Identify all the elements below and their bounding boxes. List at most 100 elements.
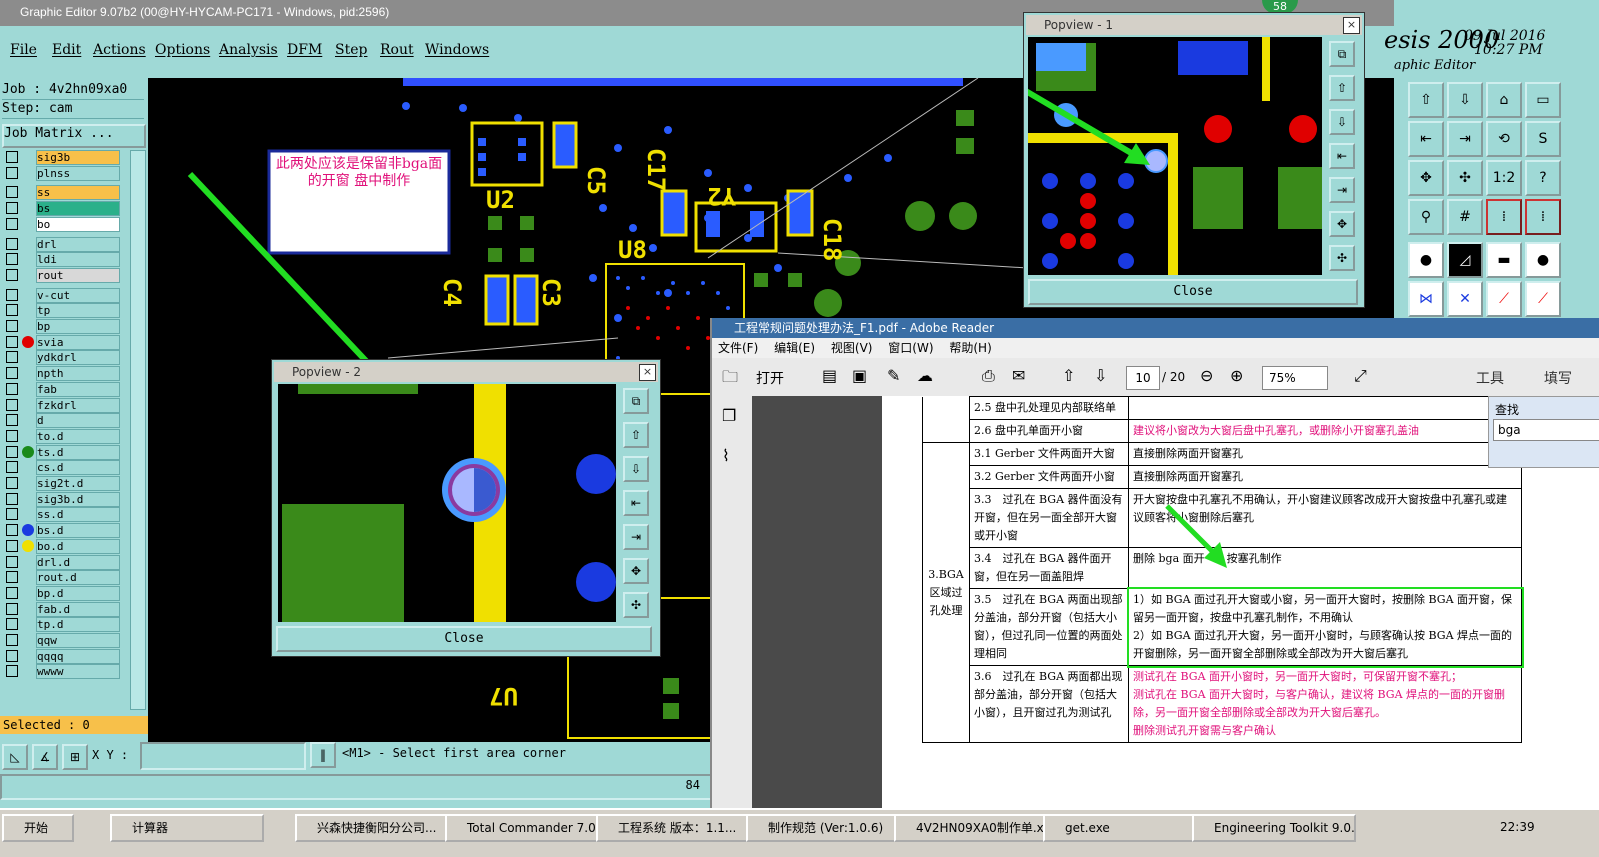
tool-btn-6[interactable]: ⇥: [1447, 121, 1483, 157]
layer-row[interactable]: tp.d: [2, 617, 120, 633]
tool-btn-23[interactable]: ⟋: [1486, 281, 1522, 317]
tool-btn-21[interactable]: ⋈: [1408, 281, 1444, 317]
layer-checkbox[interactable]: [6, 288, 18, 301]
layer-checkbox[interactable]: [6, 618, 18, 631]
layer-row[interactable]: qqqq: [2, 648, 120, 664]
layer-checkbox[interactable]: [6, 320, 18, 332]
tool-btn-2[interactable]: ⇩: [1447, 82, 1483, 118]
pv1-btn-5[interactable]: ⇥: [1329, 177, 1355, 203]
layer-checkbox[interactable]: [6, 492, 18, 505]
task-item-2[interactable]: 兴森快捷衡阳分公司...: [295, 814, 459, 842]
popview-2-close-button[interactable]: Close: [276, 626, 652, 652]
layer-checkbox[interactable]: [6, 429, 18, 442]
layer-checkbox[interactable]: [6, 398, 18, 411]
layer-row[interactable]: sig2t.d: [2, 476, 120, 491]
layer-name[interactable]: ss.d: [36, 507, 120, 523]
layer-checkbox[interactable]: [6, 665, 18, 678]
layer-row[interactable]: ss: [2, 185, 120, 201]
layer-checkbox[interactable]: [6, 461, 18, 474]
layer-row[interactable]: bs: [2, 201, 120, 217]
layer-name[interactable]: wwww: [36, 664, 120, 680]
pages-icon[interactable]: ❐: [722, 406, 736, 425]
layer-name[interactable]: bo.d: [36, 538, 120, 554]
layer-checkbox[interactable]: [6, 382, 18, 395]
task-total-commander[interactable]: Total Commander 7.0 ...: [445, 814, 609, 842]
scale-icon[interactable]: 1:2: [1486, 160, 1522, 196]
reader-menu-file[interactable]: 文件(F): [718, 341, 758, 355]
layer-row[interactable]: npth: [2, 366, 120, 382]
layer-name[interactable]: npth: [36, 366, 120, 382]
layer-row[interactable]: sig3b: [2, 150, 120, 165]
start-button[interactable]: 开始: [2, 814, 74, 842]
measure-icon[interactable]: ◺: [2, 744, 28, 770]
layer-name[interactable]: qqw: [36, 633, 120, 648]
layer-row[interactable]: to.d: [2, 428, 120, 444]
layer-name[interactable]: tp.d: [36, 617, 120, 633]
layer-checkbox[interactable]: [6, 414, 18, 427]
layer-checkbox[interactable]: [6, 253, 18, 266]
layer-row[interactable]: ydkdrl: [2, 350, 120, 366]
home-icon[interactable]: ⌂: [1486, 82, 1522, 118]
pv1-btn-7[interactable]: ✣: [1329, 245, 1355, 271]
attachment-icon[interactable]: ⌇: [722, 446, 730, 465]
layer-checkbox[interactable]: [6, 351, 18, 364]
layer-name[interactable]: fab: [36, 381, 120, 397]
menu-rout[interactable]: Rout: [380, 42, 414, 58]
reader-sign-button[interactable]: 填写: [1544, 368, 1572, 388]
edit-icon[interactable]: ✎: [887, 366, 900, 385]
tool-btn-15[interactable]: ⁞: [1486, 199, 1522, 235]
layer-checkbox[interactable]: [6, 166, 18, 179]
layer-name[interactable]: drl: [36, 236, 120, 252]
print-icon[interactable]: ⎙: [982, 366, 995, 386]
layer-name[interactable]: svia: [36, 334, 120, 350]
reader-menu-edit[interactable]: 编辑(E): [774, 341, 815, 355]
layer-checkbox[interactable]: [6, 268, 18, 281]
layer-checkbox[interactable]: [6, 304, 18, 317]
layer-name[interactable]: rout.d: [36, 570, 120, 586]
page-number-input[interactable]: 10: [1126, 366, 1160, 390]
mail-icon[interactable]: ✉: [1012, 366, 1025, 385]
layer-name[interactable]: bs.d: [36, 523, 120, 539]
pv1-btn-3[interactable]: ⇩: [1329, 109, 1355, 135]
task-get-exe[interactable]: get.exe: [1043, 814, 1207, 842]
layer-name[interactable]: tp: [36, 303, 120, 319]
pv2-btn-1[interactable]: ⧉: [623, 388, 649, 414]
grid-icon[interactable]: #: [1447, 199, 1483, 235]
layer-checkbox[interactable]: [6, 151, 18, 163]
layer-name[interactable]: rout: [36, 267, 120, 283]
zoom-in-icon[interactable]: ⊕: [1230, 366, 1243, 385]
popview-2-close-icon[interactable]: ×: [639, 364, 656, 381]
xy-input[interactable]: [140, 742, 306, 770]
menu-analysis[interactable]: Analysis: [219, 42, 278, 58]
layer-name[interactable]: qqqq: [36, 648, 120, 664]
layer-row[interactable]: ts.d: [2, 444, 120, 460]
popview-1-canvas[interactable]: [1028, 37, 1322, 275]
reader-menu-help[interactable]: 帮助(H): [949, 341, 991, 355]
tool-btn-20[interactable]: ●: [1525, 242, 1561, 278]
layer-scrollbar[interactable]: [130, 150, 146, 710]
layer-row[interactable]: fab: [2, 381, 120, 397]
layer-row[interactable]: drl: [2, 236, 120, 252]
help-icon[interactable]: ?: [1525, 160, 1561, 196]
reader-document-area[interactable]: 2.5 盘中孔处理见内部联络单 2.6 盘中孔单面开小窗 建议将小窗改为大窗后盘中…: [752, 396, 1599, 808]
layer-row[interactable]: bp.d: [2, 585, 120, 601]
layer-row[interactable]: svia: [2, 334, 120, 350]
tool-btn-5[interactable]: ⇤: [1408, 121, 1444, 157]
layer-name[interactable]: v-cut: [36, 287, 120, 303]
upload-icon[interactable]: ☁: [917, 366, 933, 385]
tool-btn-18[interactable]: ◿: [1447, 242, 1483, 278]
layer-row[interactable]: wwww: [2, 664, 120, 680]
tool-btn-17[interactable]: ●: [1408, 242, 1444, 278]
tool-btn-24[interactable]: ⟋: [1525, 281, 1561, 317]
next-page-icon[interactable]: ⇩: [1094, 366, 1107, 385]
tool-btn-13[interactable]: ⚲: [1408, 199, 1444, 235]
layer-checkbox[interactable]: [6, 477, 18, 489]
layer-row[interactable]: rout: [2, 267, 120, 283]
layer-row[interactable]: fab.d: [2, 601, 120, 617]
prev-page-icon[interactable]: ⇧: [1062, 366, 1075, 385]
layer-checkbox[interactable]: [6, 586, 18, 599]
layer-checkbox[interactable]: [6, 508, 18, 521]
task-engineering-toolkit[interactable]: Engineering Toolkit 9.0...: [1192, 814, 1356, 842]
layer-row[interactable]: drl.d: [2, 554, 120, 570]
pv2-btn-2[interactable]: ⇧: [623, 422, 649, 448]
